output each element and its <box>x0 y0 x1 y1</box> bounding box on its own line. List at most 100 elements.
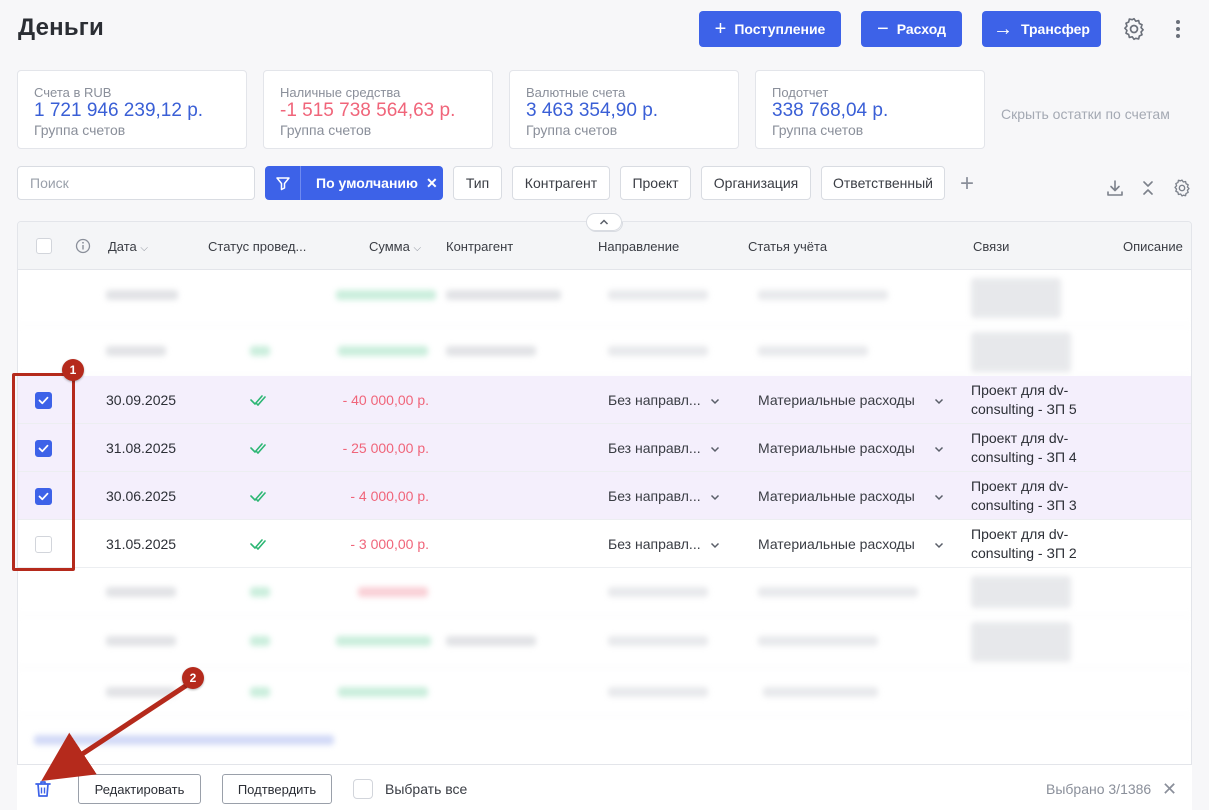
collapse-rows-icon[interactable] <box>1138 178 1158 198</box>
row-direction[interactable]: Без направл... <box>608 392 701 408</box>
table-row-blurred <box>18 616 1191 668</box>
balance-card-cash[interactable]: Наличные средства -1 515 738 564,63 р. Г… <box>263 70 493 149</box>
row-date: 30.09.2025 <box>106 392 177 408</box>
add-transfer-button[interactable]: → Трансфер <box>982 11 1101 47</box>
column-direction[interactable]: Направление <box>598 239 679 254</box>
table-row-blurred <box>18 568 1191 616</box>
bulk-action-bar: Редактировать Подтвердить Выбрать все Вы… <box>17 764 1192 810</box>
annotation-highlight-box <box>12 373 75 571</box>
column-article[interactable]: Статья учёта <box>748 239 827 254</box>
add-income-label: Поступление <box>734 21 826 37</box>
table-row-blurred <box>18 716 1191 764</box>
card-group: Группа счетов <box>34 122 126 138</box>
confirm-button[interactable]: Подтвердить <box>222 774 332 804</box>
header-select-checkbox[interactable] <box>36 238 52 254</box>
balance-card-accountable[interactable]: Подотчет 338 768,04 р. Группа счетов <box>755 70 985 149</box>
add-filter-icon[interactable]: + <box>960 170 974 198</box>
column-date-label: Дата <box>108 239 137 254</box>
card-label: Наличные средства <box>280 85 401 100</box>
chevron-down-icon[interactable] <box>933 491 945 503</box>
table-settings-icon[interactable] <box>1172 178 1192 198</box>
table-row[interactable]: 30.09.2025 - 40 000,00 р. Без направл...… <box>18 376 1191 424</box>
row-amount: - 40 000,00 р. <box>342 392 429 408</box>
column-amount[interactable]: Сумма ⌵ <box>369 239 421 254</box>
status-confirmed-icon <box>250 443 266 454</box>
sort-chevron-icon: ⌵ <box>140 243 149 254</box>
add-income-button[interactable]: + Поступление <box>699 11 841 47</box>
minus-icon: − <box>877 18 889 40</box>
clear-filter-icon[interactable]: ✕ <box>426 175 438 192</box>
card-label: Счета в RUB <box>34 85 112 100</box>
row-link[interactable]: Проект для dv-consulting - ЗП 3 <box>971 477 1101 515</box>
chevron-down-icon[interactable] <box>709 395 721 407</box>
chevron-up-icon <box>599 219 609 225</box>
chevron-down-icon[interactable] <box>709 539 721 551</box>
column-status[interactable]: Статус провед... <box>208 239 306 254</box>
search-input[interactable] <box>17 166 255 200</box>
card-group: Группа счетов <box>526 122 618 138</box>
more-vertical-icon[interactable] <box>1168 16 1188 42</box>
table-row[interactable]: 30.06.2025 - 4 000,00 р. Без направл... … <box>18 472 1191 520</box>
page-title: Деньги <box>18 14 104 41</box>
add-expense-button[interactable]: − Расход <box>861 11 962 47</box>
row-direction[interactable]: Без направл... <box>608 488 701 504</box>
select-all-checkbox[interactable] <box>353 779 373 799</box>
card-label: Подотчет <box>772 85 829 100</box>
column-description[interactable]: Описание <box>1123 239 1183 254</box>
card-group: Группа счетов <box>280 122 372 138</box>
arrow-right-icon: → <box>992 18 1013 40</box>
selected-counter: Выбрано 3/1386 <box>1046 781 1152 797</box>
filter-preset-button[interactable]: По умолчанию ✕ <box>265 166 443 200</box>
edit-button[interactable]: Редактировать <box>78 774 201 804</box>
trash-icon[interactable] <box>34 779 52 799</box>
card-amount: 1 721 946 239,12 р. <box>34 100 204 121</box>
filter-chip-counterparty[interactable]: Контрагент <box>512 166 610 200</box>
close-icon[interactable]: ✕ <box>1162 779 1177 800</box>
status-confirmed-icon <box>250 539 266 550</box>
row-article[interactable]: Материальные расходы <box>758 488 915 504</box>
filter-icon <box>265 166 301 200</box>
row-date: 31.05.2025 <box>106 536 177 552</box>
filter-chip-project[interactable]: Проект <box>620 166 691 200</box>
transactions-table: Дата ⌵ Статус провед... Сумма ⌵ Контраге… <box>17 221 1192 810</box>
row-date: 30.06.2025 <box>106 488 177 504</box>
status-confirmed-icon <box>250 491 266 502</box>
row-amount: - 3 000,00 р. <box>350 536 429 552</box>
row-link[interactable]: Проект для dv-consulting - ЗП 4 <box>971 429 1101 467</box>
filter-chip-responsible[interactable]: Ответственный <box>821 166 945 200</box>
row-amount: - 4 000,00 р. <box>350 488 429 504</box>
chevron-down-icon[interactable] <box>709 443 721 455</box>
filter-chip-organization[interactable]: Организация <box>701 166 811 200</box>
row-date: 31.08.2025 <box>106 440 177 456</box>
column-links[interactable]: Связи <box>973 239 1009 254</box>
download-icon[interactable] <box>1105 178 1125 198</box>
row-article[interactable]: Материальные расходы <box>758 440 915 456</box>
chevron-down-icon[interactable] <box>933 443 945 455</box>
table-row[interactable]: 31.08.2025 - 25 000,00 р. Без направл...… <box>18 424 1191 472</box>
chevron-down-icon[interactable] <box>709 491 721 503</box>
chevron-down-icon[interactable] <box>933 539 945 551</box>
table-row-blurred <box>18 326 1191 376</box>
hide-balances-link[interactable]: Скрыть остатки по счетам <box>1001 106 1170 122</box>
balance-card-rub[interactable]: Счета в RUB 1 721 946 239,12 р. Группа с… <box>17 70 247 149</box>
row-link[interactable]: Проект для dv-consulting - ЗП 2 <box>971 525 1101 563</box>
table-row[interactable]: 31.05.2025 - 3 000,00 р. Без направл... … <box>18 520 1191 568</box>
card-label: Валютные счета <box>526 85 626 100</box>
info-icon[interactable] <box>75 238 91 254</box>
annotation-badge-1: 1 <box>62 359 84 381</box>
row-direction[interactable]: Без направл... <box>608 440 701 456</box>
column-counterparty[interactable]: Контрагент <box>446 239 513 254</box>
column-date[interactable]: Дата ⌵ <box>108 239 148 254</box>
settings-gear-icon[interactable] <box>1121 16 1147 42</box>
add-transfer-label: Трансфер <box>1020 21 1090 37</box>
collapse-balances-toggle[interactable] <box>586 213 622 231</box>
select-all-label[interactable]: Выбрать все <box>385 781 467 797</box>
balance-card-currency[interactable]: Валютные счета 3 463 354,90 р. Группа сч… <box>509 70 739 149</box>
row-direction[interactable]: Без направл... <box>608 536 701 552</box>
filter-preset-label: По умолчанию <box>316 175 418 191</box>
row-article[interactable]: Материальные расходы <box>758 536 915 552</box>
row-article[interactable]: Материальные расходы <box>758 392 915 408</box>
chevron-down-icon[interactable] <box>933 395 945 407</box>
filter-chip-type[interactable]: Тип <box>453 166 502 200</box>
row-link[interactable]: Проект для dv-consulting - ЗП 5 <box>971 381 1101 419</box>
